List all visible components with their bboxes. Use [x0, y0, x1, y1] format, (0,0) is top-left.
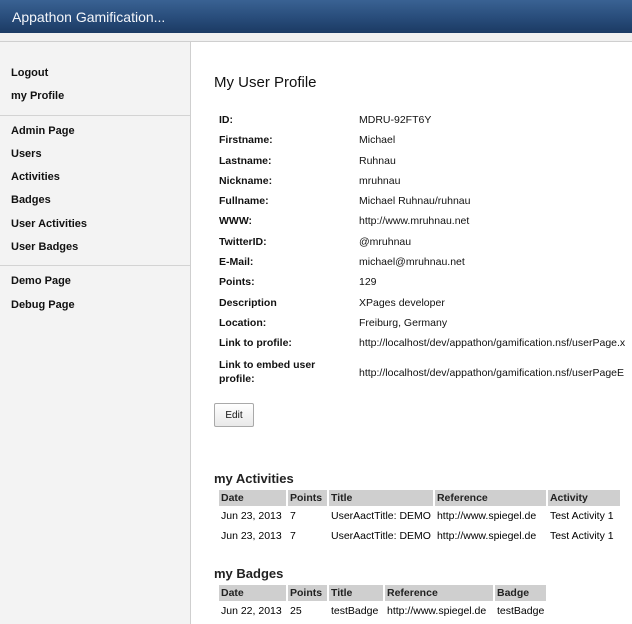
cell-points: 7 [290, 530, 296, 542]
app-title: Appathon Gamification... [12, 9, 166, 25]
page-title: My User Profile [214, 74, 317, 91]
cell-points: 25 [290, 605, 302, 617]
column-header-title[interactable]: Title [329, 585, 383, 601]
profile-value: @mruhnau [359, 235, 412, 248]
nav-user-badges[interactable]: User Badges [0, 236, 190, 259]
nav-group-admin: Admin Page Users Activities Badges User … [0, 116, 190, 260]
nav-activities[interactable]: Activities [0, 166, 190, 189]
nav-debug-page[interactable]: Debug Page [0, 294, 190, 317]
cell-date: Jun 23, 2013 [221, 510, 282, 522]
profile-label: WWW: [219, 215, 253, 228]
column-header-points[interactable]: Points [288, 585, 327, 601]
profile-label: Points: [219, 276, 255, 289]
table-header-row: Date Points Title Reference Activity [219, 490, 620, 506]
badges-table: Date Points Title Reference Badge Jun 22… [217, 585, 548, 621]
cell-title: UserAactTitle: DEMO [331, 510, 431, 522]
profile-value: Michael Ruhnau/ruhnau [359, 195, 471, 208]
main-content: My User Profile ID: MDRU-92FT6Y Firstnam… [191, 42, 632, 624]
profile-value: Ruhnau [359, 154, 396, 167]
nav-admin-page[interactable]: Admin Page [0, 120, 190, 143]
column-header-reference[interactable]: Reference [385, 585, 493, 601]
cell-reference: http://www.spiegel.de [436, 530, 537, 542]
column-header-date[interactable]: Date [219, 585, 286, 601]
cell-activity: Test Activity 1 [549, 530, 614, 542]
profile-label: Nickname: [219, 174, 273, 187]
cell-title: testBadge [331, 605, 379, 617]
table-row[interactable]: Jun 22, 2013 25 testBadge http://www.spi… [219, 601, 546, 621]
profile-link-value[interactable]: http://localhost/dev/appathon/gamificati… [359, 337, 625, 349]
profile-value: XPages developer [359, 296, 445, 309]
profile-value: MDRU-92FT6Y [359, 114, 432, 126]
profile-value: mruhnau [359, 174, 401, 187]
cell-points: 7 [290, 510, 296, 522]
profile-label: Link to profile: [219, 337, 292, 350]
profile-label: Location: [219, 316, 267, 329]
app-header: Appathon Gamification... [0, 0, 632, 33]
profile-label: Link to embed user profile: [219, 358, 316, 385]
profile-value: Freiburg, Germany [359, 316, 448, 329]
nav-group-dev: Demo Page Debug Page [0, 266, 190, 317]
cell-title: UserAactTitle: DEMO [331, 530, 431, 542]
profile-label: Description [219, 296, 277, 309]
profile-label: Firstname: [219, 134, 273, 147]
sidebar: Logout my Profile Admin Page Users Activ… [0, 42, 191, 624]
table-row[interactable]: Jun 23, 2013 7 UserAactTitle: DEMO http:… [219, 506, 620, 526]
header-subbar [0, 33, 632, 42]
profile-label: E-Mail: [219, 256, 254, 269]
profile-label: Lastname: [219, 154, 272, 167]
column-header-reference[interactable]: Reference [434, 490, 546, 506]
cell-reference: http://www.spiegel.de [436, 510, 537, 522]
cell-date: Jun 22, 2013 [221, 605, 282, 617]
edit-button[interactable]: Edit [214, 403, 254, 427]
nav-demo-page[interactable]: Demo Page [0, 270, 190, 293]
cell-badge: testBadge [497, 605, 545, 617]
profile-value: michael@mruhnau.net [359, 256, 465, 269]
activities-table: Date Points Title Reference Activity Jun… [217, 490, 622, 546]
profile-label: Fullname: [219, 195, 269, 208]
column-header-date[interactable]: Date [219, 490, 286, 506]
nav-my-profile[interactable]: my Profile [0, 85, 190, 108]
column-header-badge[interactable]: Badge [495, 585, 547, 601]
nav-badges[interactable]: Badges [0, 189, 190, 212]
profile-value: http://www.mruhnau.net [359, 215, 470, 228]
activities-title: my Activities [214, 471, 294, 486]
table-header-row: Date Points Title Reference Badge [219, 585, 547, 601]
profile-label: ID: [219, 114, 233, 126]
nav-logout[interactable]: Logout [0, 62, 190, 85]
column-header-activity[interactable]: Activity [547, 490, 620, 506]
column-header-points[interactable]: Points [288, 490, 327, 506]
column-header-title[interactable]: Title [329, 490, 433, 506]
nav-users[interactable]: Users [0, 143, 190, 166]
nav-user-activities[interactable]: User Activities [0, 213, 190, 236]
profile-value: 129 [359, 276, 377, 289]
profile-value: Michael [359, 134, 396, 147]
cell-date: Jun 23, 2013 [221, 530, 282, 542]
cell-activity: Test Activity 1 [549, 510, 614, 522]
table-row[interactable]: Jun 23, 2013 7 UserAactTitle: DEMO http:… [219, 526, 620, 546]
embed-link-value[interactable]: http://localhost/dev/appathon/gamificati… [359, 367, 624, 379]
cell-reference: http://www.spiegel.de [387, 605, 487, 617]
nav-group-user: Logout my Profile [0, 42, 190, 109]
profile-label: TwitterID: [219, 235, 267, 248]
badges-title: my Badges [214, 566, 284, 581]
